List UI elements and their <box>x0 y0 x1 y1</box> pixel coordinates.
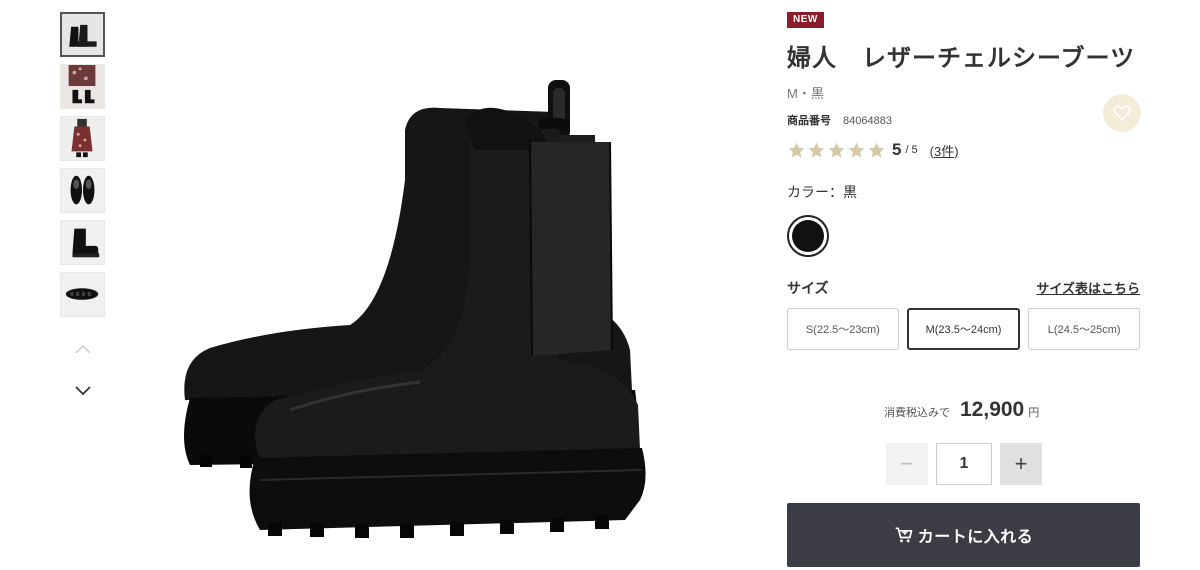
price-value: 12,900 <box>960 398 1025 421</box>
quantity-decrease-button[interactable]: − <box>886 443 928 485</box>
quantity-stepper: − + <box>886 443 1042 485</box>
review-count-link[interactable]: (3件) <box>930 141 959 160</box>
size-option-l[interactable]: L(24.5〜25cm) <box>1028 308 1141 350</box>
thumbnail-2[interactable] <box>60 64 105 109</box>
thumbnail-4[interactable] <box>60 168 105 213</box>
product-title: 婦人 レザーチェルシーブーツ <box>787 45 1136 72</box>
product-id-label: 商品番号 <box>787 115 831 127</box>
star-icon <box>828 142 845 158</box>
color-label: カラー：黒 <box>787 184 857 200</box>
rating-max: 5 <box>911 144 918 156</box>
product-id-value: 84064883 <box>843 115 892 127</box>
model-full-thumbnail-image <box>61 117 104 160</box>
quantity-increase-button[interactable]: + <box>1000 443 1042 485</box>
star-icon <box>808 142 825 158</box>
price: 消費税込みで 12,900 円 <box>884 398 1039 422</box>
rating: 5 / 5 (3件) <box>787 140 959 160</box>
price-currency: 円 <box>1028 407 1040 419</box>
product-info-panel: NEW 婦人 レザーチェルシーブーツ M・黒 商品番号 84064883 5 / … <box>787 0 1141 570</box>
star-icon <box>848 142 865 158</box>
thumbnail-3[interactable] <box>60 116 105 161</box>
cart-icon <box>895 527 913 543</box>
boots-top-thumbnail-image <box>61 169 104 212</box>
product-id: 商品番号 84064883 <box>787 112 892 128</box>
model-legs-thumbnail-image <box>61 65 104 108</box>
thumbnail-1[interactable] <box>60 12 105 57</box>
product-variant: M・黒 <box>787 86 824 101</box>
rating-score: 5 <box>892 140 902 159</box>
favorite-button[interactable] <box>1103 94 1141 132</box>
color-swatch-black[interactable] <box>787 215 829 257</box>
size-options: S(22.5〜23cm) M(23.5〜24cm) L(24.5〜25cm) <box>787 308 1141 350</box>
thumbnail-5[interactable] <box>60 220 105 265</box>
heart-icon <box>1113 105 1131 121</box>
thumbnail-6[interactable] <box>60 272 105 317</box>
star-icon <box>868 142 885 158</box>
size-option-m[interactable]: M(23.5〜24cm) <box>906 308 1021 350</box>
main-product-image <box>150 60 670 540</box>
boot-sole-thumbnail-image <box>61 273 104 316</box>
quantity-input[interactable] <box>936 443 992 485</box>
price-tax-label: 消費税込みで <box>884 407 950 419</box>
chelsea-boots-image <box>184 80 646 538</box>
add-to-cart-label: カートに入れる <box>917 529 1034 546</box>
thumbnail-list <box>60 12 106 324</box>
new-badge: NEW <box>787 12 824 28</box>
size-option-s[interactable]: S(22.5〜23cm) <box>787 308 899 350</box>
rating-separator: / <box>905 144 909 156</box>
size-chart-link[interactable]: サイズ表はこちら <box>1036 278 1140 297</box>
size-label: サイズ <box>787 280 829 296</box>
star-icon <box>788 142 805 158</box>
add-to-cart-button[interactable]: カートに入れる <box>787 503 1140 567</box>
thumbnail-prev-chevron-up-icon[interactable] <box>73 340 93 360</box>
boot-side-thumbnail-image <box>61 221 104 264</box>
rating-stars <box>787 141 886 160</box>
thumbnail-next-chevron-down-icon[interactable] <box>73 380 93 400</box>
boots-pair-thumbnail-image <box>62 14 103 55</box>
color-swatch-fill <box>792 220 824 252</box>
